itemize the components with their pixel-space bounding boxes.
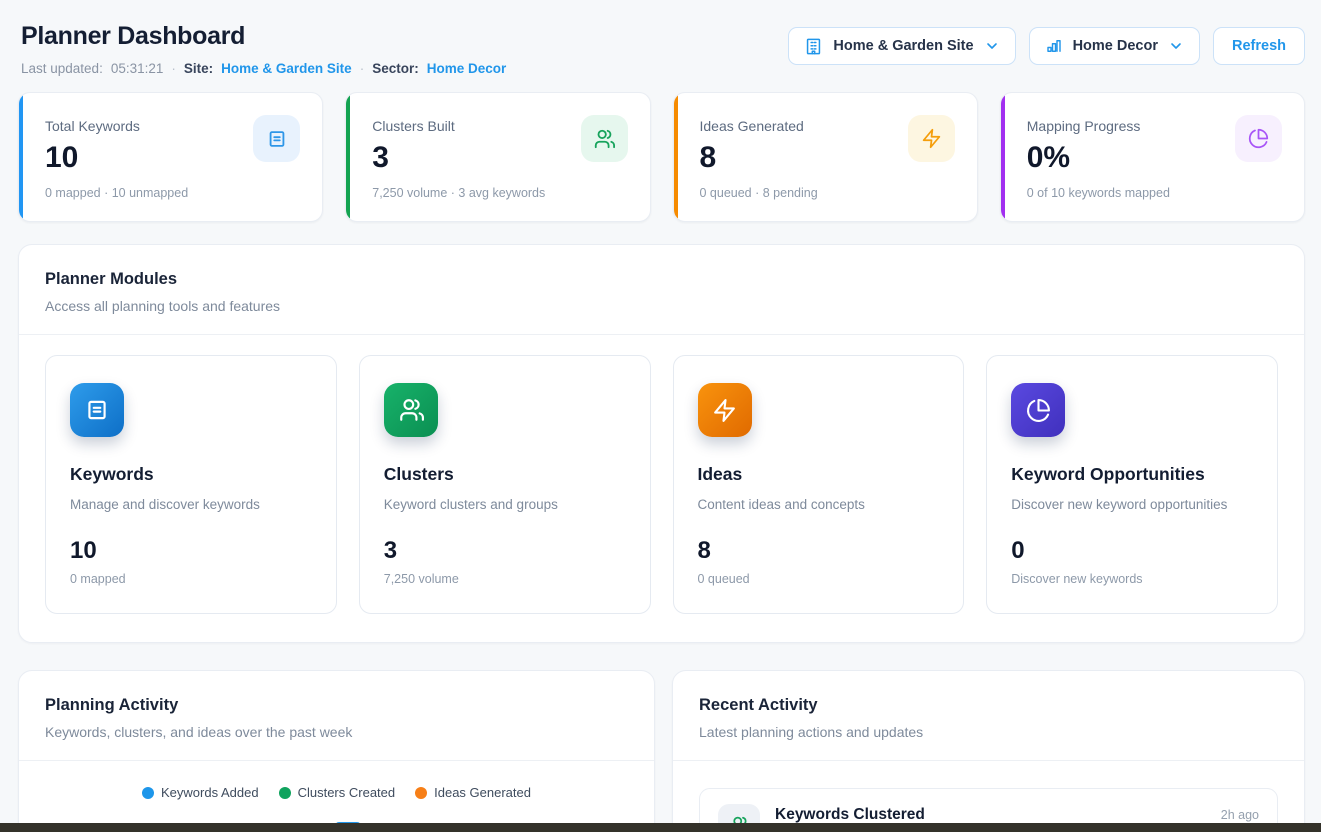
divider bbox=[673, 760, 1304, 761]
building-icon bbox=[804, 37, 823, 56]
module-description: Keyword clusters and groups bbox=[384, 497, 626, 512]
stat-card-mapping-progress: Mapping Progress 0% 0 of 10 keywords map… bbox=[1000, 92, 1305, 222]
legend-item-clusters-created[interactable]: Clusters Created bbox=[279, 785, 396, 800]
module-description: Discover new keyword opportunities bbox=[1011, 497, 1253, 512]
module-card-keywords[interactable]: Keywords Manage and discover keywords 10… bbox=[45, 355, 337, 614]
module-subtext: 0 queued bbox=[698, 572, 940, 586]
chevron-down-icon bbox=[984, 38, 1000, 54]
page-title: Planner Dashboard bbox=[21, 22, 506, 51]
sector-link[interactable]: Home Decor bbox=[427, 61, 507, 76]
stat-card-clusters-built: Clusters Built 3 7,250 volume · 3 avg ke… bbox=[345, 92, 650, 222]
module-value: 10 bbox=[70, 537, 312, 565]
legend-item-ideas-generated[interactable]: Ideas Generated bbox=[415, 785, 531, 800]
pie-chart-icon bbox=[1235, 115, 1282, 162]
recent-item-timestamp: 2h ago bbox=[1221, 808, 1259, 822]
chevron-down-icon bbox=[1168, 38, 1184, 54]
recent-panel-title: Recent Activity bbox=[699, 696, 1278, 715]
recent-panel-subtitle: Latest planning actions and updates bbox=[699, 724, 1278, 740]
modules-row: Keywords Manage and discover keywords 10… bbox=[19, 335, 1304, 642]
legend-dot-green bbox=[279, 787, 291, 799]
sector-selector-dropdown[interactable]: Home Decor bbox=[1029, 27, 1200, 65]
planner-modules-panel: Planner Modules Access all planning tool… bbox=[18, 244, 1305, 643]
meta-separator: · bbox=[171, 61, 176, 76]
divider bbox=[19, 760, 654, 761]
module-title: Keywords bbox=[70, 464, 312, 485]
bottom-row: Planning Activity Keywords, clusters, an… bbox=[0, 643, 1321, 832]
stats-row: Total Keywords 10 0 mapped · 10 unmapped… bbox=[0, 76, 1321, 222]
pie-chart-icon bbox=[1011, 383, 1065, 437]
module-subtext: 7,250 volume bbox=[384, 572, 626, 586]
users-icon bbox=[384, 383, 438, 437]
modules-panel-header: Planner Modules Access all planning tool… bbox=[19, 245, 1304, 334]
planning-activity-panel: Planning Activity Keywords, clusters, an… bbox=[18, 670, 655, 832]
users-icon bbox=[581, 115, 628, 162]
refresh-button[interactable]: Refresh bbox=[1213, 27, 1305, 65]
stat-subtext: 0 of 10 keywords mapped bbox=[1027, 186, 1282, 200]
legend-label: Keywords Added bbox=[161, 785, 259, 800]
last-updated-label: Last updated: bbox=[21, 61, 103, 76]
stat-subtext: 0 queued · 8 pending bbox=[700, 186, 955, 200]
document-icon bbox=[70, 383, 124, 437]
stat-accent-bar bbox=[346, 93, 350, 221]
module-description: Content ideas and concepts bbox=[698, 497, 940, 512]
modules-panel-title: Planner Modules bbox=[45, 270, 1278, 289]
site-label: Site: bbox=[184, 61, 213, 76]
legend-dot-blue bbox=[142, 787, 154, 799]
recent-activity-panel: Recent Activity Latest planning actions … bbox=[672, 670, 1305, 832]
topbar-controls: Home & Garden Site Home Decor Refresh bbox=[788, 22, 1305, 76]
module-value: 0 bbox=[1011, 537, 1253, 565]
recent-panel-header: Recent Activity Latest planning actions … bbox=[673, 671, 1304, 760]
module-title: Keyword Opportunities bbox=[1011, 464, 1253, 485]
legend-label: Clusters Created bbox=[298, 785, 396, 800]
module-value: 3 bbox=[384, 537, 626, 565]
site-selector-dropdown[interactable]: Home & Garden Site bbox=[788, 27, 1015, 65]
chart-legend: Keywords Added Clusters Created Ideas Ge… bbox=[19, 785, 654, 800]
breadcrumb-meta: Last updated: 05:31:21 · Site: Home & Ga… bbox=[21, 61, 506, 76]
stat-card-total-keywords: Total Keywords 10 0 mapped · 10 unmapped bbox=[18, 92, 323, 222]
activity-panel-header: Planning Activity Keywords, clusters, an… bbox=[19, 671, 654, 760]
modules-panel-subtitle: Access all planning tools and features bbox=[45, 298, 1278, 314]
module-value: 8 bbox=[698, 537, 940, 565]
lightning-icon bbox=[698, 383, 752, 437]
planner-dashboard-page: Planner Dashboard Last updated: 05:31:21… bbox=[0, 0, 1321, 832]
document-icon bbox=[253, 115, 300, 162]
legend-item-keywords-added[interactable]: Keywords Added bbox=[142, 785, 259, 800]
module-card-clusters[interactable]: Clusters Keyword clusters and groups 3 7… bbox=[359, 355, 651, 614]
stat-accent-bar bbox=[674, 93, 678, 221]
sector-label: Sector: bbox=[372, 61, 419, 76]
legend-dot-orange bbox=[415, 787, 427, 799]
module-subtext: 0 mapped bbox=[70, 572, 312, 586]
module-description: Manage and discover keywords bbox=[70, 497, 312, 512]
sector-selector-value: Home Decor bbox=[1073, 38, 1158, 54]
module-subtext: Discover new keywords bbox=[1011, 572, 1253, 586]
lightning-icon bbox=[908, 115, 955, 162]
topbar-left: Planner Dashboard Last updated: 05:31:21… bbox=[21, 22, 506, 76]
topbar: Planner Dashboard Last updated: 05:31:21… bbox=[0, 0, 1321, 76]
recent-item-top: Keywords Clustered 2h ago bbox=[775, 806, 1259, 824]
taskbar-edge bbox=[0, 823, 1321, 832]
module-title: Clusters bbox=[384, 464, 626, 485]
legend-label: Ideas Generated bbox=[434, 785, 531, 800]
activity-panel-title: Planning Activity bbox=[45, 696, 628, 715]
stat-accent-bar bbox=[1001, 93, 1005, 221]
site-link[interactable]: Home & Garden Site bbox=[221, 61, 352, 76]
bar-chart-icon bbox=[1045, 37, 1063, 55]
meta-separator: · bbox=[360, 61, 365, 76]
site-selector-value: Home & Garden Site bbox=[833, 38, 973, 54]
last-updated-value: 05:31:21 bbox=[111, 61, 164, 76]
stat-subtext: 0 mapped · 10 unmapped bbox=[45, 186, 300, 200]
module-card-keyword-opportunities[interactable]: Keyword Opportunities Discover new keywo… bbox=[986, 355, 1278, 614]
module-title: Ideas bbox=[698, 464, 940, 485]
module-card-ideas[interactable]: Ideas Content ideas and concepts 8 0 que… bbox=[673, 355, 965, 614]
stat-accent-bar bbox=[19, 93, 23, 221]
recent-item-title: Keywords Clustered bbox=[775, 806, 925, 824]
activity-panel-subtitle: Keywords, clusters, and ideas over the p… bbox=[45, 724, 628, 740]
stat-subtext: 7,250 volume · 3 avg keywords bbox=[372, 186, 627, 200]
stat-card-ideas-generated: Ideas Generated 8 0 queued · 8 pending bbox=[673, 92, 978, 222]
